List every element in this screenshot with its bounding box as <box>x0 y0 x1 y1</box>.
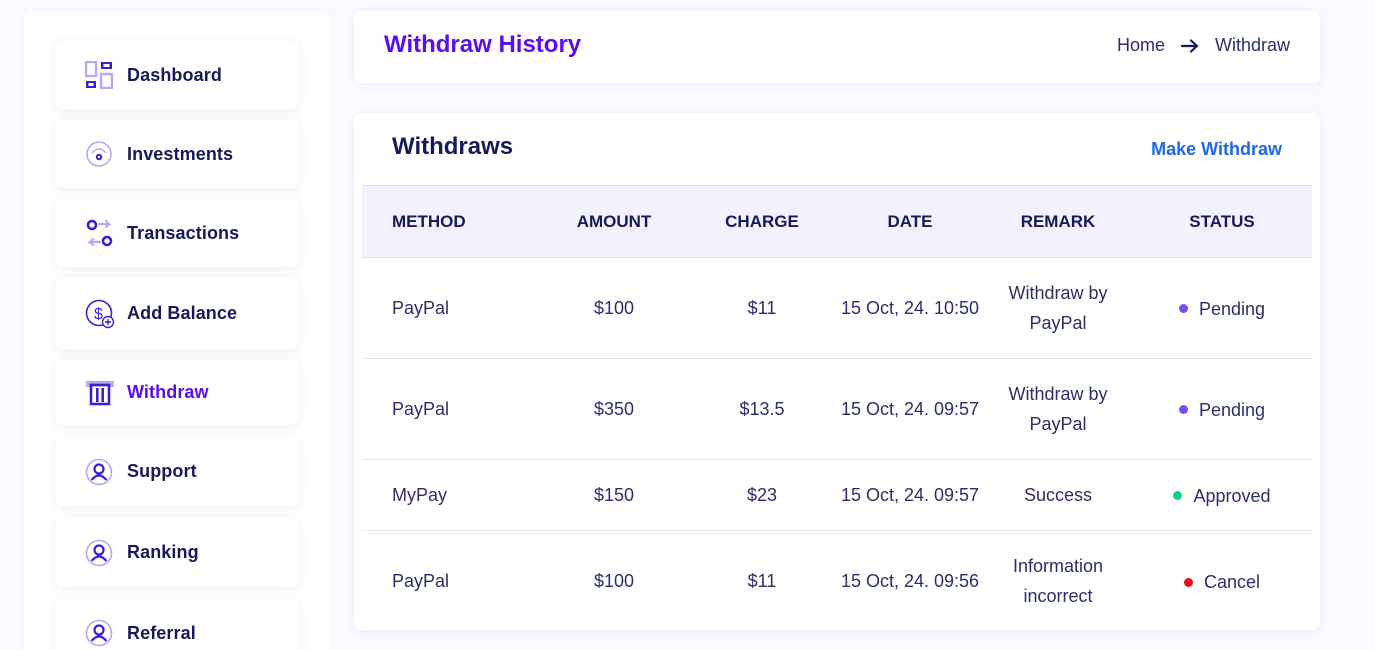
cell-remark: Success <box>984 459 1132 531</box>
breadcrumb: Home Withdraw <box>1117 35 1290 56</box>
cell-remark: Withdraw by PayPal <box>984 358 1132 460</box>
sidebar-item-label: Dashboard <box>127 64 222 85</box>
remark-text: Withdraw by PayPal <box>1008 283 1108 333</box>
column-header-method: METHOD <box>362 185 540 258</box>
status-badge: Pending <box>1178 395 1266 425</box>
cell-method: MyPay <box>362 459 540 531</box>
sidebar-item-dashboard[interactable]: Dashboard <box>55 41 299 109</box>
sidebar-item-ranking[interactable]: Ranking <box>55 518 299 587</box>
sidebar-item-investments[interactable]: Investments <box>55 120 299 188</box>
sidebar-item-label: Transactions <box>127 222 240 243</box>
cell-charge: $13.5 <box>688 358 836 460</box>
user-icon <box>85 618 115 648</box>
investment-icon <box>85 139 115 169</box>
status-text: Pending <box>1198 298 1266 319</box>
column-header-charge: CHARGE <box>688 185 836 258</box>
remark-text: Success <box>1023 485 1093 505</box>
arrow-right-icon <box>1180 38 1199 53</box>
cell-date: 15 Oct, 24. 10:50 <box>836 257 984 359</box>
status-badge: Pending <box>1178 294 1266 324</box>
user-icon <box>85 538 115 568</box>
remark-text: Information incorrect <box>1012 556 1104 607</box>
user-icon <box>85 457 115 487</box>
withdraws-title: Withdraws <box>392 133 514 160</box>
status-dot <box>1178 304 1188 314</box>
cell-date: 15 Oct, 24. 09:57 <box>836 459 984 531</box>
table-row: PayPal $350 $13.5 15 Oct, 24. 09:57 With… <box>362 358 1312 460</box>
sidebar-item-label: Referral <box>127 622 196 643</box>
sidebar-item-label: Withdraw <box>127 382 209 402</box>
page-header: Withdraw History Home Withdraw <box>354 11 1320 83</box>
svg-text:$: $ <box>94 306 103 323</box>
make-withdraw-link[interactable]: Make Withdraw <box>1151 139 1282 160</box>
cell-amount: $350 <box>540 358 688 460</box>
cell-remark: Withdraw by PayPal <box>984 257 1132 359</box>
table-row: PayPal $100 $11 15 Oct, 24. 09:56 Inform… <box>362 531 1312 631</box>
status-text: Pending <box>1198 399 1266 420</box>
cell-amount: $150 <box>540 459 688 531</box>
sidebar-item-transactions[interactable]: Transactions <box>55 199 299 267</box>
cell-status: Pending <box>1132 257 1312 359</box>
cell-charge: $11 <box>688 257 836 359</box>
column-header-remark: REMARK <box>984 185 1132 258</box>
sidebar-item-label: Add Balance <box>127 303 238 323</box>
status-dot <box>1183 577 1193 587</box>
status-text: Approved <box>1193 485 1271 506</box>
cell-charge: $11 <box>747 571 777 592</box>
withdraw-icon <box>85 378 115 408</box>
withdraws-card: Withdraws Make Withdraw METHOD AMOUNT CH… <box>354 113 1320 630</box>
cell-remark: Information incorrect <box>984 531 1132 631</box>
table-row: MyPay $150 $23 15 Oct, 24. 09:57 Success… <box>362 459 1312 531</box>
cell-method: PayPal <box>362 358 540 460</box>
page-title: Withdraw History <box>384 31 582 58</box>
sidebar-item-label: Ranking <box>127 542 199 562</box>
cell-status: Cancel <box>1132 531 1312 631</box>
sidebar-item-label: Investments <box>127 143 234 164</box>
cell-status: Approved <box>1132 459 1312 531</box>
status-badge: Cancel <box>1183 567 1261 597</box>
cell-amount: $100 <box>540 257 688 359</box>
breadcrumb-home[interactable]: Home <box>1117 35 1165 56</box>
column-header-amount: AMOUNT <box>540 185 688 258</box>
cell-status: Pending <box>1132 358 1312 460</box>
dashboard-icon <box>85 60 115 90</box>
column-header-date: DATE <box>836 185 984 258</box>
withdraws-table: METHOD AMOUNT CHARGE DATE REMARK STATUS … <box>362 185 1312 630</box>
sidebar: Dashboard Investments Transactions $ Add… <box>24 11 330 650</box>
cell-date: 15 Oct, 24. 09:57 <box>836 358 984 460</box>
status-dot <box>1173 491 1183 501</box>
cell-date: 15 Oct, 24. 09:56 <box>840 571 980 592</box>
sidebar-item-referral[interactable]: Referral <box>55 599 299 650</box>
cell-method: PayPal <box>392 571 450 592</box>
cell-charge: $23 <box>688 459 836 531</box>
breadcrumb-current: Withdraw <box>1214 35 1290 55</box>
cell-method: PayPal <box>362 257 540 359</box>
table-header-row: METHOD AMOUNT CHARGE DATE REMARK STATUS <box>362 185 1312 258</box>
sidebar-item-withdraw[interactable]: Withdraw <box>55 360 299 425</box>
remark-text: Withdraw by PayPal <box>1008 384 1108 434</box>
sidebar-item-support[interactable]: Support <box>55 437 299 506</box>
status-dot <box>1178 405 1188 415</box>
cell-amount: $100 <box>593 571 635 592</box>
sidebar-item-add-balance[interactable]: $ Add Balance <box>55 278 299 349</box>
add-balance-icon: $ <box>85 299 115 329</box>
table-row: PayPal $100 $11 15 Oct, 24. 10:50 Withdr… <box>362 257 1312 359</box>
transactions-icon <box>85 218 115 248</box>
status-badge: Approved <box>1173 481 1271 511</box>
sidebar-item-label: Support <box>127 461 197 481</box>
status-text: Cancel <box>1203 572 1261 592</box>
column-header-status: STATUS <box>1132 185 1312 258</box>
